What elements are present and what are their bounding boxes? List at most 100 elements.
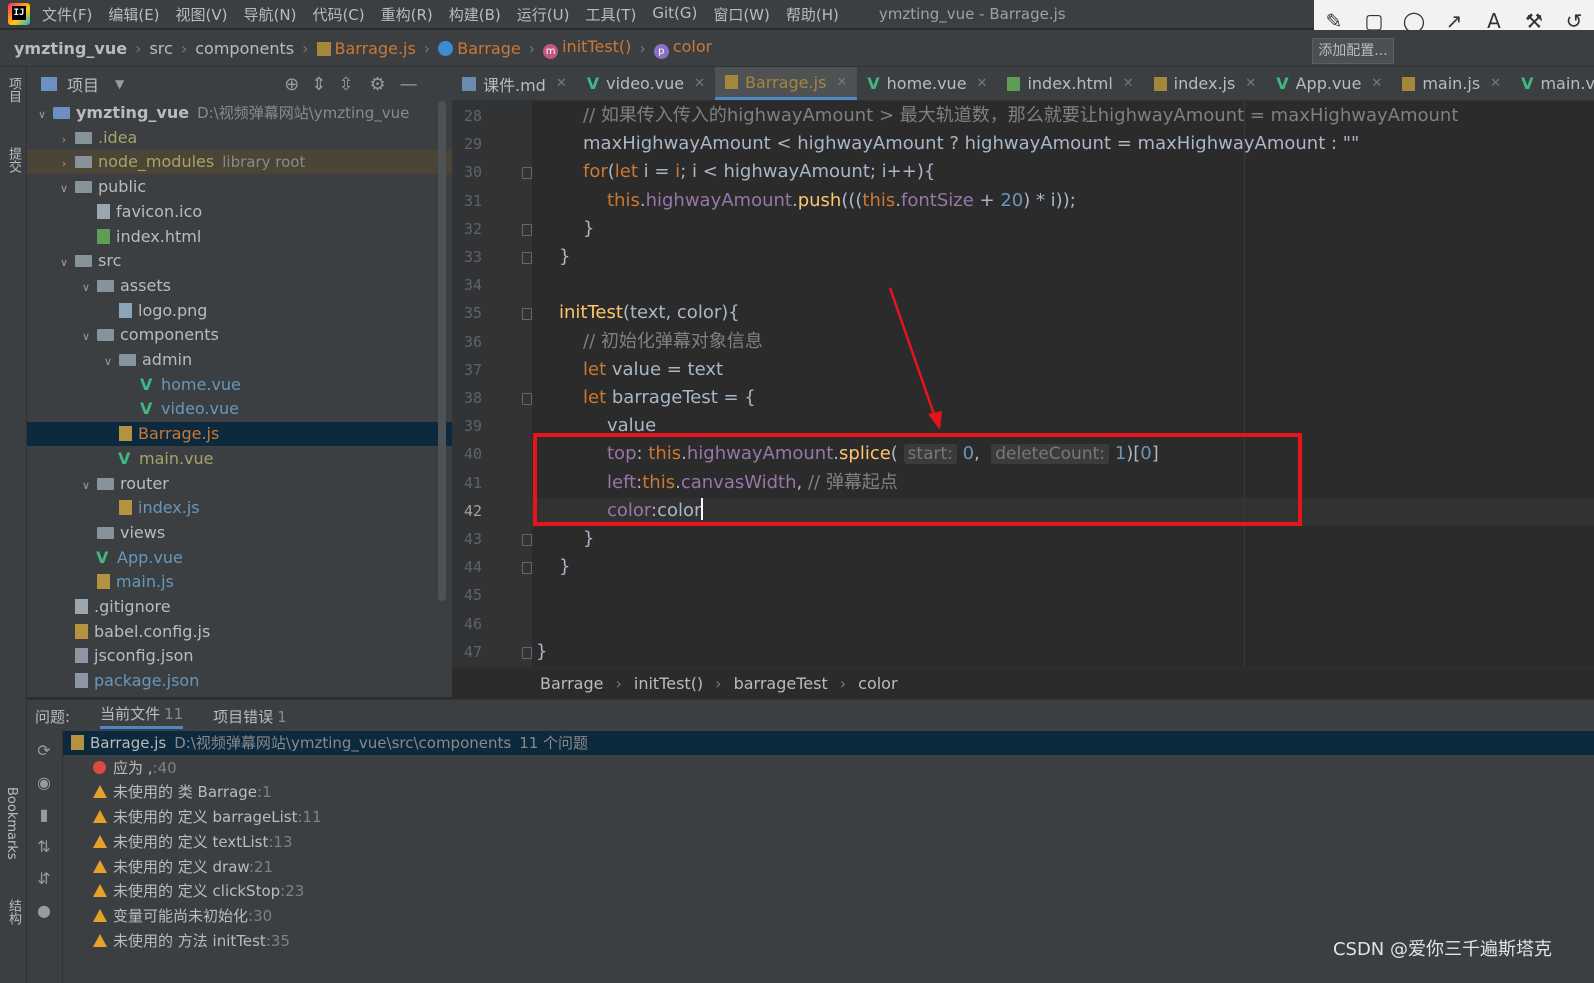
editor-tab[interactable]: index.js ✕ (1144, 67, 1267, 100)
tree-item[interactable]: index.html (27, 225, 452, 249)
tab-current-file[interactable]: 当前文件 11 (100, 703, 184, 729)
tree-item[interactable]: Vhome.vue (27, 373, 452, 397)
gear-icon[interactable]: ⚙ (370, 74, 386, 95)
close-icon[interactable]: ✕ (1123, 76, 1134, 91)
editor-tab[interactable]: V App.vue ✕ (1266, 67, 1392, 100)
problem-item[interactable]: 未使用的 定义 draw:21 (63, 855, 1594, 879)
nav-crumb[interactable]: m initTest() (543, 37, 631, 59)
tree-item[interactable]: ∨ public (27, 175, 452, 199)
chevron-down-icon[interactable]: ∨ (79, 276, 93, 300)
chevron-down-icon[interactable]: ∨ (101, 350, 115, 374)
problem-item[interactable]: 未使用的 类 Barrage:1 (63, 780, 1594, 804)
lightbulb-icon[interactable]: ● (35, 901, 53, 920)
editor-crumb[interactable]: color (858, 674, 897, 693)
commit-tool-tab[interactable]: 提交 (4, 147, 23, 173)
tree-item[interactable]: ∨ assets (27, 274, 452, 298)
expand-all-icon[interactable]: ⇕ (311, 74, 326, 95)
fold-marker-icon[interactable] (522, 223, 532, 236)
close-icon[interactable]: ✕ (1245, 76, 1256, 91)
problem-item[interactable]: 未使用的 定义 textList:13 (63, 830, 1594, 854)
editor-crumb[interactable]: Barrage (540, 674, 603, 693)
collapse-all-icon[interactable]: ⇳ (338, 74, 353, 95)
problem-item[interactable]: 应为 ,:40 (63, 756, 1594, 780)
fold-marker-icon[interactable] (522, 167, 532, 180)
problem-item[interactable]: 未使用的 定义 clickStop:23 (63, 879, 1594, 903)
chevron-down-icon[interactable]: ∨ (79, 474, 93, 498)
editor-tab[interactable]: Vmain.vue✕ (1511, 67, 1594, 100)
tree-item[interactable]: › .idea (27, 126, 452, 150)
close-icon[interactable]: ✕ (977, 76, 988, 91)
fold-marker-icon[interactable] (522, 308, 532, 321)
menu-item[interactable]: 重构(R) (381, 4, 433, 25)
chevron-down-icon[interactable]: ∨ (79, 325, 93, 349)
editor-crumb[interactable]: barrageTest (734, 674, 828, 693)
tree-item[interactable]: V App.vue (27, 546, 452, 570)
menu-item[interactable]: 工具(T) (585, 4, 636, 25)
tree-item[interactable]: Vmain.vue (27, 447, 452, 471)
collapse-all-icon[interactable]: ⇵ (35, 869, 53, 888)
fold-marker-icon[interactable] (522, 534, 532, 546)
tree-item[interactable]: main.js (27, 570, 452, 594)
fold-marker-icon[interactable] (522, 252, 532, 264)
auto-scroll-icon[interactable]: ⟳ (35, 741, 53, 760)
menu-item[interactable]: 窗口(W) (713, 4, 770, 25)
close-icon[interactable]: ✕ (694, 76, 705, 91)
add-configuration-button[interactable]: 添加配置... (1312, 38, 1394, 64)
close-icon[interactable]: ✕ (1490, 76, 1501, 91)
menu-item[interactable]: 运行(U) (517, 4, 570, 25)
nav-crumb[interactable]: p color (653, 37, 712, 59)
tree-item[interactable]: ∨ components (27, 323, 452, 347)
editor-tab[interactable]: Vvideo.vue ✕ (577, 67, 715, 100)
tab-project-errors[interactable]: 项目错误 1 (213, 706, 287, 727)
tree-item[interactable]: Vvideo.vue (27, 397, 452, 421)
chevron-down-icon[interactable]: ∨ (57, 177, 71, 201)
expand-all-icon[interactable]: ⇅ (35, 837, 53, 856)
chevron-down-icon[interactable]: ∨ (35, 103, 49, 127)
tree-item[interactable]: babel.config.js (27, 620, 452, 644)
editor-tab[interactable]: main.js ✕ (1392, 67, 1511, 100)
project-panel-title[interactable]: 项目 (67, 72, 99, 96)
problem-item[interactable]: 变量可能尚未初始化:30 (63, 904, 1594, 928)
close-icon[interactable]: ✕ (836, 75, 847, 90)
locate-icon[interactable]: ⊕ (284, 74, 299, 95)
menu-item[interactable]: 帮助(H) (786, 4, 839, 25)
tree-item[interactable]: views (27, 521, 452, 545)
editor-tab[interactable]: Vhome.vue ✕ (857, 67, 997, 100)
chevron-right-icon[interactable]: › (57, 128, 71, 152)
nav-crumb[interactable]: Barrage.js (316, 39, 416, 58)
problems-file-row[interactable]: Barrage.js D:\视频弹幕网站\ymzting_vue\src\comp… (63, 731, 1594, 755)
structure-tool-tab[interactable]: 结构 (4, 899, 23, 925)
menu-item[interactable]: 代码(C) (312, 4, 364, 25)
minimize-icon[interactable]: — (400, 74, 418, 95)
close-icon[interactable]: ✕ (556, 76, 567, 91)
editor-crumb[interactable]: initTest() (634, 674, 703, 693)
tree-item[interactable]: favicon.ico (27, 200, 452, 224)
project-scrollbar[interactable] (438, 101, 446, 601)
tree-item[interactable]: logo.png (27, 299, 452, 323)
close-icon[interactable]: ✕ (1371, 76, 1382, 91)
eye-icon[interactable]: ◉ (35, 773, 53, 792)
tree-item[interactable]: ∨ ymzting_vue D:\视频弹幕网站\ymzting_vue (27, 101, 452, 125)
tree-item[interactable]: .gitignore (27, 595, 452, 619)
menu-item[interactable]: 编辑(E) (108, 4, 159, 25)
tree-item[interactable]: package.json (27, 669, 452, 693)
tree-item[interactable]: ∨ src (27, 249, 452, 273)
menu-item[interactable]: Git(G) (652, 4, 697, 25)
fold-marker-icon[interactable] (522, 562, 532, 575)
menu-item[interactable]: 构建(B) (449, 4, 501, 25)
editor-tab[interactable]: index.html ✕ (997, 67, 1143, 100)
chevron-down-icon[interactable]: ∨ (57, 251, 71, 275)
editor-tab[interactable]: 课件.md ✕ (452, 67, 577, 100)
fold-marker-icon[interactable] (522, 646, 532, 659)
tree-item[interactable]: jsconfig.json (27, 644, 452, 668)
menu-item[interactable]: 文件(F) (42, 4, 92, 25)
bookmarks-tool-tab[interactable]: Bookmarks (4, 787, 19, 860)
nav-crumb[interactable]: components (195, 39, 294, 58)
tree-item[interactable]: index.js (27, 496, 452, 520)
chevron-down-icon[interactable]: ▼ (115, 77, 124, 91)
tree-item[interactable]: ∨ router (27, 472, 452, 496)
nav-crumb[interactable]: ymzting_vue (14, 39, 127, 58)
menu-item[interactable]: 视图(V) (176, 4, 228, 25)
chevron-right-icon[interactable]: › (57, 152, 71, 176)
nav-crumb[interactable]: Barrage (438, 39, 521, 58)
